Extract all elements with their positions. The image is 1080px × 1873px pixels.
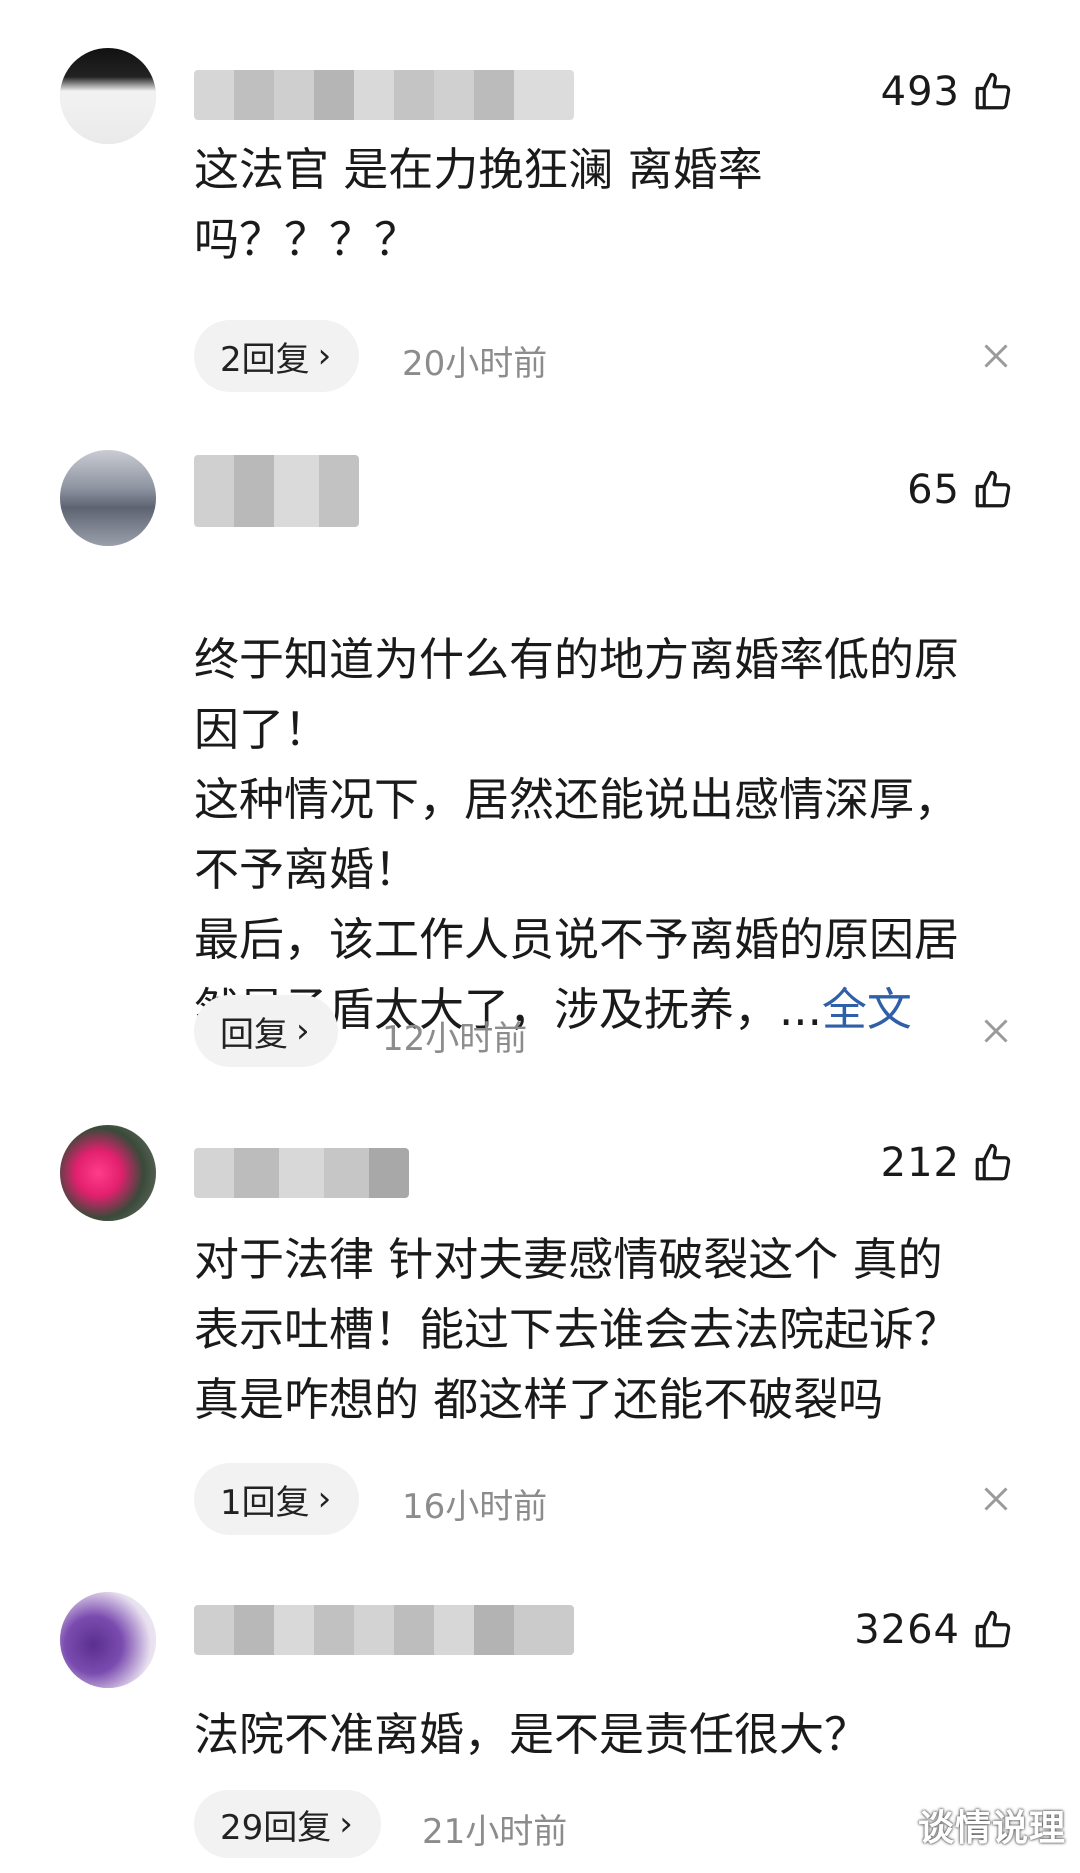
reply-label: 回复 (220, 1014, 288, 1055)
username-blurred[interactable] (194, 455, 359, 527)
watermark: 谈情说理 (917, 1808, 1066, 1849)
like-count: 65 (907, 467, 960, 513)
reply-button[interactable]: 1回复 › (194, 1463, 360, 1535)
like-button[interactable]: 493 (881, 64, 1014, 120)
comment-text: 终于知道为什么有的地方离婚率低的原 因了！ 这种情况下，居然还能说出感情深厚， … (194, 555, 1024, 1045)
thumbs-up-icon[interactable] (972, 469, 1014, 511)
reply-label: 1回复 (220, 1482, 310, 1523)
comment-text: 对于法律 针对夫妻感情破裂这个 真的 表示吐槽！能过下去谁会去法院起诉？ 真是咋… (194, 1233, 960, 1426)
timestamp: 16小时前 (402, 1487, 548, 1527)
comment-text: 法院不准离婚，是不是责任很大？ (194, 1708, 870, 1761)
reply-button[interactable]: 2回复 › (194, 320, 360, 392)
timestamp: 21小时前 (422, 1812, 568, 1852)
reply-label: 29回复 (220, 1807, 332, 1848)
thumbs-up-icon[interactable] (972, 1142, 1014, 1184)
expand-full-text-link[interactable]: 全文 (822, 983, 912, 1036)
avatar[interactable] (60, 450, 156, 546)
chevron-right-icon: › (296, 1011, 310, 1051)
avatar[interactable] (60, 48, 156, 144)
close-icon[interactable] (978, 1481, 1014, 1517)
like-count: 493 (880, 69, 960, 115)
chevron-right-icon: › (339, 1804, 353, 1844)
chevron-right-icon: › (317, 1479, 332, 1519)
timestamp: 12小时前 (382, 1019, 528, 1059)
like-button[interactable]: 65 (907, 462, 1014, 518)
close-icon[interactable] (978, 338, 1014, 374)
like-button[interactable]: 212 (881, 1135, 1014, 1191)
thumbs-up-icon[interactable] (972, 1609, 1014, 1651)
chevron-right-icon: › (317, 336, 332, 376)
timestamp: 20小时前 (402, 344, 548, 384)
username-blurred[interactable] (194, 1148, 409, 1198)
like-count: 212 (880, 1140, 960, 1186)
thumbs-up-icon[interactable] (972, 71, 1014, 113)
avatar[interactable] (60, 1592, 156, 1688)
avatar[interactable] (60, 1125, 156, 1221)
like-button[interactable]: 3264 (854, 1602, 1014, 1658)
close-icon[interactable] (978, 1013, 1014, 1049)
reply-button[interactable]: 29回复 › (194, 1790, 381, 1858)
username-blurred[interactable] (194, 70, 574, 120)
reply-label: 2回复 (220, 339, 310, 380)
like-count: 3264 (854, 1607, 960, 1653)
comment-text: 这法官 是在力挽狂澜 离婚率 吗？？？？ (194, 143, 763, 266)
reply-button[interactable]: 回复 › (194, 995, 338, 1067)
username-blurred[interactable] (194, 1605, 574, 1655)
comment-text-body: 终于知道为什么有的地方离婚率低的原 因了！ 这种情况下，居然还能说出感情深厚， … (194, 633, 960, 1036)
